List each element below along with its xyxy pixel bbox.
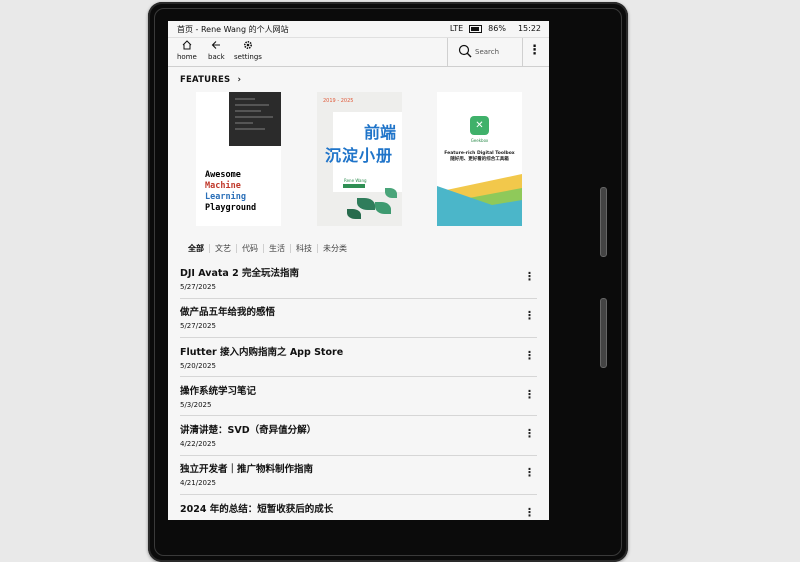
category-tab[interactable]: 科技 [290,244,317,253]
post-date: 5/3/2025 [180,400,212,409]
settings-label: settings [234,53,262,61]
card-title: 前端 [364,123,397,142]
list-item[interactable]: DJI Avata 2 完全玩法指南 5/27/2025 ⋮ [180,260,537,299]
post-menu-icon[interactable]: ⋮ [524,309,535,322]
search-icon [458,43,472,62]
features-label: FEATURES [180,75,231,85]
home-button[interactable]: home [177,40,197,61]
features-heading[interactable]: FEATURES › [180,75,241,85]
settings-button[interactable]: settings [234,40,262,61]
browser-screen: 首页 - Rene Wang 的个人网站 LTE 86% 15:22 home … [168,21,549,520]
search-input[interactable]: Search [447,38,523,66]
category-tabs: 全部 文艺 代码 生活 科技 未分类 [188,244,352,253]
post-title[interactable]: 讲清讲楚：SVD（奇异值分解） [180,422,316,436]
post-date: 1/23/2025 [180,519,216,520]
color-wave-decoration [437,174,522,226]
category-tab[interactable]: 生活 [263,244,290,253]
post-date: 5/27/2025 [180,283,216,291]
post-title[interactable]: 做产品五年给我的感悟 [180,304,275,318]
list-item[interactable]: 2024 年的总结：短暂收获后的成长 1/23/2025 ⋮ [180,496,537,520]
chevron-right-icon: › [237,75,242,85]
browser-toolbar: home back settings Search ⋮ [168,37,549,67]
card-badge [343,184,365,188]
post-menu-icon[interactable]: ⋮ [524,388,535,401]
home-icon [182,40,192,53]
card-subtitle: Rene Wang [344,178,367,183]
card-title-line: Playground [205,203,257,213]
card-title-line: Learning [205,192,246,202]
card-title: 沉淀小册 [325,146,394,165]
post-title[interactable]: Flutter 接入内购指南之 App Store [180,344,343,358]
battery-fill [471,26,479,31]
card-title-line: Awesome [205,170,241,180]
list-item[interactable]: 操作系统学习笔记 5/3/2025 ⋮ [180,378,537,417]
category-tab[interactable]: 文艺 [209,244,236,253]
post-title[interactable]: 操作系统学习笔记 [180,383,256,397]
card-title: Awesome Machine Learning Playground [205,170,256,214]
battery-percent: 86% [488,24,506,33]
post-date: 5/20/2025 [180,361,216,370]
post-list: DJI Avata 2 完全玩法指南 5/27/2025 ⋮ 做产品五年给我的感悟 5/… [180,260,537,520]
list-item[interactable]: 独立开发者｜推广物料制作指南 4/21/2025 ⋮ [180,456,537,495]
post-menu-icon[interactable]: ⋮ [524,270,535,283]
page-forward-button[interactable] [600,187,607,257]
post-title[interactable]: DJI Avata 2 完全玩法指南 [180,265,299,279]
feature-card-ml-playground[interactable]: Awesome Machine Learning Playground [196,92,281,226]
post-menu-icon[interactable]: ⋮ [524,506,535,519]
home-label: home [177,53,197,61]
card-years: 2019 - 2025 [323,98,354,104]
post-date: 5/27/2025 [180,322,216,331]
page-back-button[interactable] [600,298,607,368]
list-item[interactable]: 讲清讲楚：SVD（奇异值分解） 4/22/2025 ⋮ [180,417,537,456]
more-options-icon[interactable]: ⋮ [528,43,541,58]
list-item[interactable]: 做产品五年给我的感悟 5/27/2025 ⋮ [180,299,537,338]
back-label: back [208,53,225,61]
post-menu-icon[interactable]: ⋮ [524,349,535,362]
code-editor-thumbnail [229,92,281,146]
list-item[interactable]: Flutter 接入内购指南之 App Store 5/20/2025 ⋮ [180,339,537,378]
gear-icon [243,40,253,53]
page-title: 首页 - Rene Wang 的个人网站 [177,25,289,34]
post-date: 4/21/2025 [180,479,216,488]
back-button[interactable]: back [208,40,225,61]
category-tab[interactable]: 代码 [236,244,263,253]
category-tab[interactable]: 未分类 [317,244,352,253]
post-date: 4/22/2025 [180,440,216,449]
feature-card-frontend-book[interactable]: 2019 - 2025 前端 沉淀小册 Rene Wang [317,92,402,226]
post-title[interactable]: 独立开发者｜推广物料制作指南 [180,461,313,475]
clock: 15:22 [517,24,541,33]
card-title-line: Machine [205,181,241,191]
post-menu-icon[interactable]: ⋮ [524,466,535,479]
status-indicators: LTE 86% 15:22 [450,24,541,33]
search-placeholder: Search [475,48,500,56]
category-tab[interactable]: 全部 [188,244,209,253]
feature-card-geekbox[interactable]: ✕ Geekbox Feature-rich Digital Toolbox 随… [437,92,522,226]
post-menu-icon[interactable]: ⋮ [524,427,535,440]
arrow-left-icon [211,40,221,53]
battery-icon [469,24,483,33]
network-indicator: LTE [449,24,464,33]
status-bar: 首页 - Rene Wang 的个人网站 LTE 86% 15:22 [168,21,549,37]
post-title[interactable]: 2024 年的总结：短暂收获后的成长 [180,501,333,515]
